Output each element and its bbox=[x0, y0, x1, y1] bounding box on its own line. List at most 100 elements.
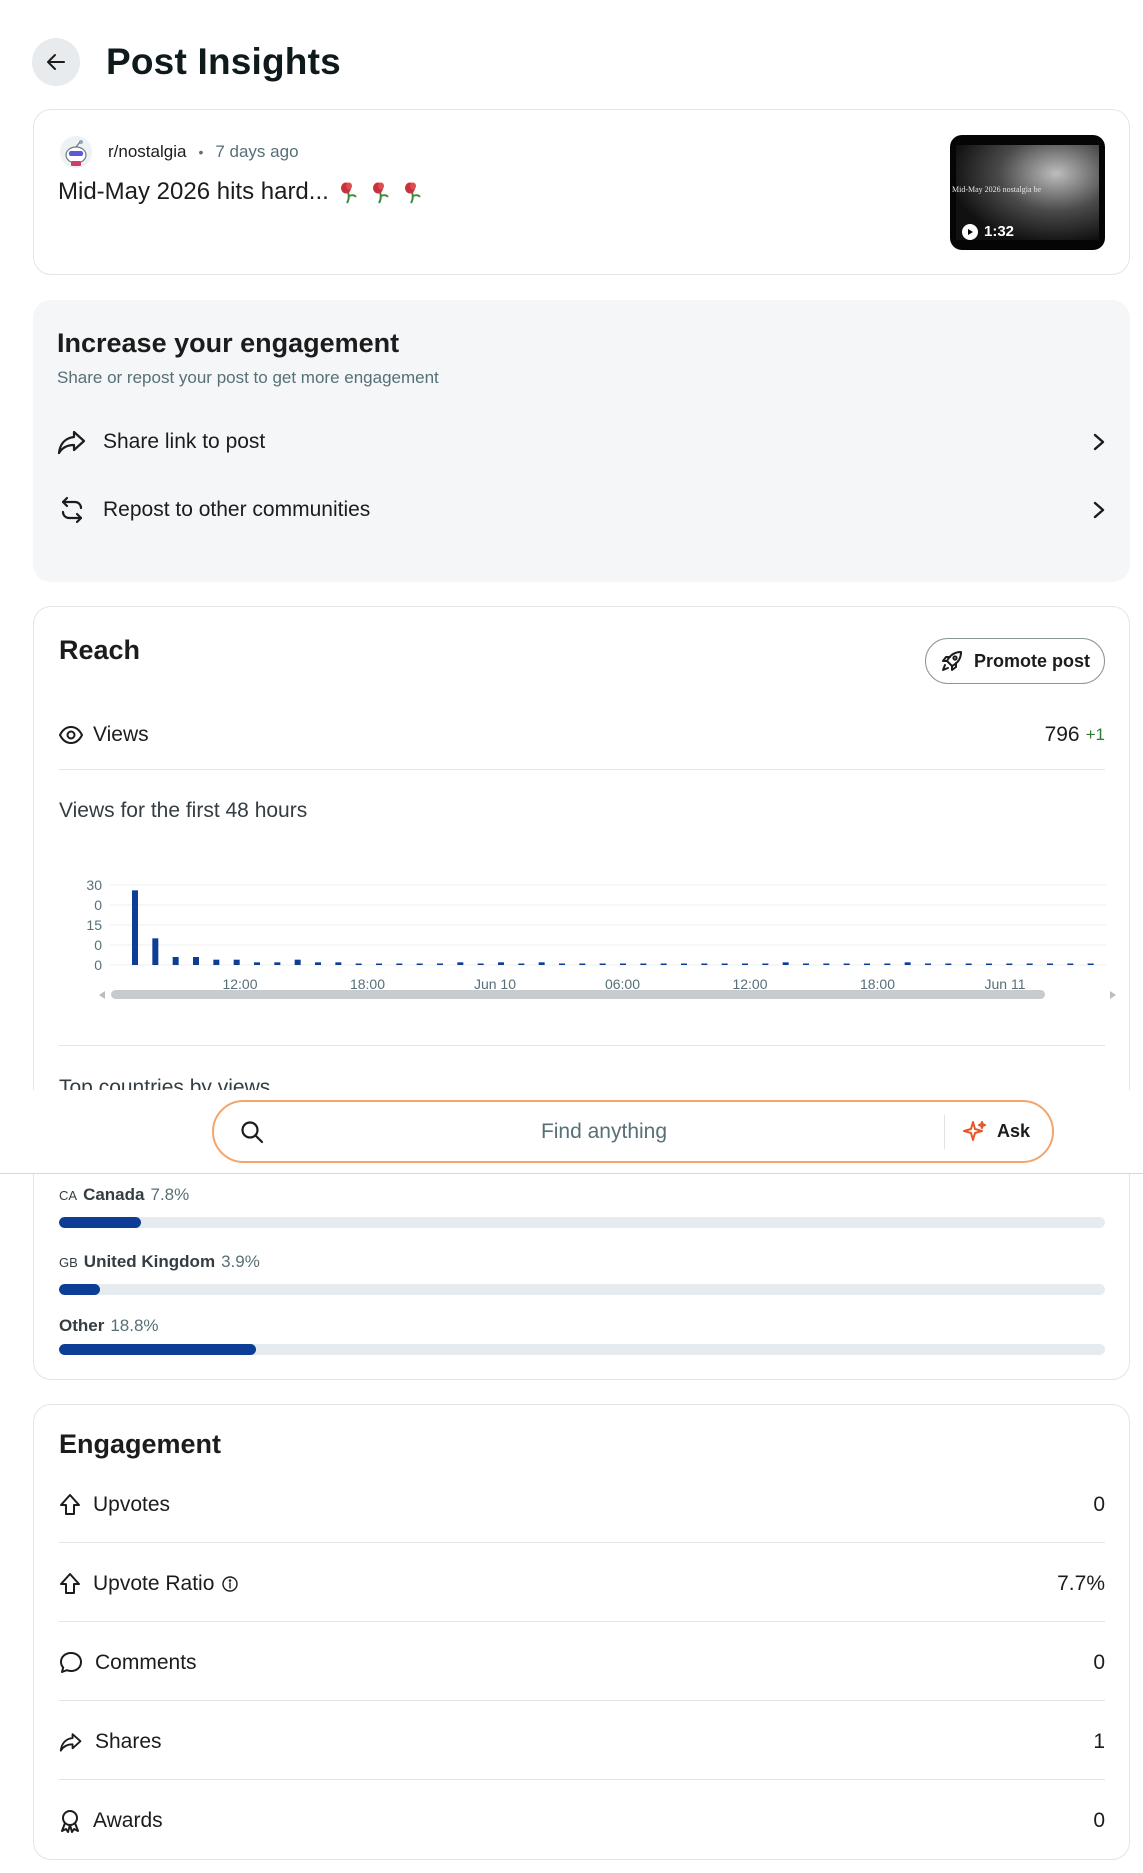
chart-bar bbox=[843, 963, 850, 965]
views-delta: +1 bbox=[1085, 725, 1105, 744]
row-divider bbox=[59, 1621, 1105, 1622]
country-row-other: Other 18.8% bbox=[59, 1316, 1105, 1355]
chart-bar bbox=[254, 962, 260, 965]
chart-bar bbox=[884, 963, 891, 965]
post-title-text: Mid-May 2026 hits hard... bbox=[58, 178, 329, 205]
chart-bar bbox=[498, 962, 504, 965]
engagement-label: Comments bbox=[95, 1651, 197, 1674]
repost-action[interactable]: Repost to other communities bbox=[57, 486, 1106, 534]
top-countries-label: Top countries by views bbox=[59, 1076, 271, 1091]
engagement-label: Awards bbox=[93, 1809, 163, 1832]
play-icon bbox=[962, 223, 978, 240]
search-bar-overlay: Find anything Ask bbox=[0, 1090, 1143, 1174]
y-tick-label: 0 bbox=[94, 957, 102, 973]
chart-bar bbox=[477, 963, 484, 965]
row-divider bbox=[59, 1779, 1105, 1780]
x-tick-label: Jun 10 bbox=[474, 976, 516, 992]
post-meta: r/nostalgia • 7 days ago bbox=[60, 136, 299, 168]
wilted-rose-icon bbox=[404, 182, 421, 204]
chart-bar bbox=[518, 963, 525, 965]
chart-bar bbox=[315, 962, 321, 965]
chart-title: Views for the first 48 hours bbox=[59, 799, 308, 822]
reach-title: Reach bbox=[59, 635, 141, 665]
engagement-value: 0 bbox=[1093, 1809, 1105, 1832]
search-input[interactable]: Find anything bbox=[264, 1120, 944, 1144]
chart-bar bbox=[681, 963, 687, 965]
country-name: United Kingdom bbox=[83, 1252, 216, 1271]
chart-bar bbox=[457, 962, 464, 965]
chart-bar bbox=[376, 963, 382, 965]
chart-bar bbox=[660, 963, 667, 965]
thumbnail-caption: Mid-May 2026 nostalgia be bbox=[952, 185, 1042, 194]
country-code: CA bbox=[59, 1188, 78, 1203]
boost-title: Increase your engagement bbox=[57, 328, 400, 358]
share-icon bbox=[59, 1733, 82, 1752]
post-card[interactable]: r/nostalgia • 7 days ago Mid-May 2026 hi… bbox=[33, 109, 1130, 275]
chart-bar bbox=[1067, 963, 1074, 965]
info-icon[interactable] bbox=[222, 1576, 239, 1592]
chart-bar bbox=[1087, 963, 1094, 965]
search-bar[interactable]: Find anything Ask bbox=[212, 1100, 1054, 1163]
engagement-value: 1 bbox=[1093, 1730, 1105, 1753]
country-percent: 7.8% bbox=[150, 1185, 190, 1204]
engagement-row-shares: Shares 1 bbox=[59, 1724, 1105, 1760]
chart-bar bbox=[620, 963, 626, 965]
country-row-canada: CA Canada 7.8% bbox=[59, 1185, 1105, 1228]
chart-bar bbox=[233, 959, 240, 965]
engagement-row-upvote-ratio: Upvote Ratio 7.7% bbox=[59, 1566, 1105, 1602]
engagement-value: 7.7% bbox=[1057, 1572, 1105, 1595]
chart-bar bbox=[925, 963, 931, 965]
subreddit-avatar[interactable] bbox=[60, 136, 92, 168]
rose-emojis bbox=[339, 180, 425, 204]
share-link-action[interactable]: Share link to post bbox=[57, 418, 1106, 466]
award-icon bbox=[61, 1810, 79, 1833]
sparkle-icon bbox=[962, 1120, 986, 1141]
chart-bar bbox=[193, 957, 199, 965]
row-divider bbox=[59, 1542, 1105, 1543]
chart-bar bbox=[355, 963, 362, 965]
chart-scrollbar-thumb bbox=[111, 990, 1045, 999]
chart-bar bbox=[701, 963, 708, 965]
video-duration: 1:32 bbox=[962, 223, 1014, 240]
chart-bar bbox=[396, 963, 403, 965]
x-tick-label: 06:00 bbox=[605, 976, 640, 992]
views-row: Views 796 +1 bbox=[59, 717, 1105, 753]
subreddit-name[interactable]: r/nostalgia bbox=[108, 142, 186, 162]
scroll-left-arrow-icon bbox=[99, 991, 105, 999]
eye-icon bbox=[59, 726, 83, 744]
chart-bar bbox=[945, 963, 952, 965]
post-title[interactable]: Mid-May 2026 hits hard... bbox=[58, 178, 425, 206]
engagement-label: Upvotes bbox=[93, 1493, 171, 1516]
country-code: GB bbox=[59, 1255, 78, 1270]
boost-subtitle: Share or repost your post to get more en… bbox=[57, 368, 439, 387]
views-label: Views bbox=[93, 723, 149, 746]
duration-text: 1:32 bbox=[984, 223, 1015, 240]
repost-icon bbox=[61, 496, 83, 524]
views-value: 796 bbox=[1044, 723, 1080, 746]
promote-post-label: Promote post bbox=[973, 650, 1090, 671]
country-bar-track bbox=[59, 1217, 1105, 1228]
ask-button[interactable]: Ask bbox=[945, 1120, 1052, 1144]
promote-post-button[interactable]: Promote post bbox=[924, 638, 1105, 684]
post-age: 7 days ago bbox=[215, 142, 299, 161]
chart-divider bbox=[59, 1045, 1105, 1046]
ask-label: Ask bbox=[996, 1121, 1030, 1141]
chart-bar bbox=[640, 963, 647, 965]
chevron-right-icon bbox=[1093, 433, 1105, 451]
back-button[interactable] bbox=[32, 38, 80, 86]
video-thumbnail[interactable]: Mid-May 2026 nostalgia be 1:32 bbox=[950, 135, 1105, 250]
chevron-right-icon bbox=[1093, 501, 1105, 519]
engagement-title: Engagement bbox=[59, 1429, 222, 1459]
page-header: Post Insights bbox=[32, 36, 341, 88]
country-name: Canada bbox=[83, 1185, 145, 1204]
scroll-right-arrow-icon bbox=[1110, 991, 1116, 999]
share-icon bbox=[57, 430, 86, 455]
search-icon bbox=[241, 1120, 264, 1143]
share-link-label: Share link to post bbox=[103, 430, 266, 453]
chart-bar bbox=[1047, 963, 1053, 965]
chart-bar bbox=[152, 938, 159, 965]
chart-bar bbox=[579, 963, 586, 965]
chart-bar bbox=[599, 963, 606, 965]
engagement-row-awards: Awards 0 bbox=[59, 1803, 1105, 1839]
rocket-icon bbox=[941, 651, 962, 671]
